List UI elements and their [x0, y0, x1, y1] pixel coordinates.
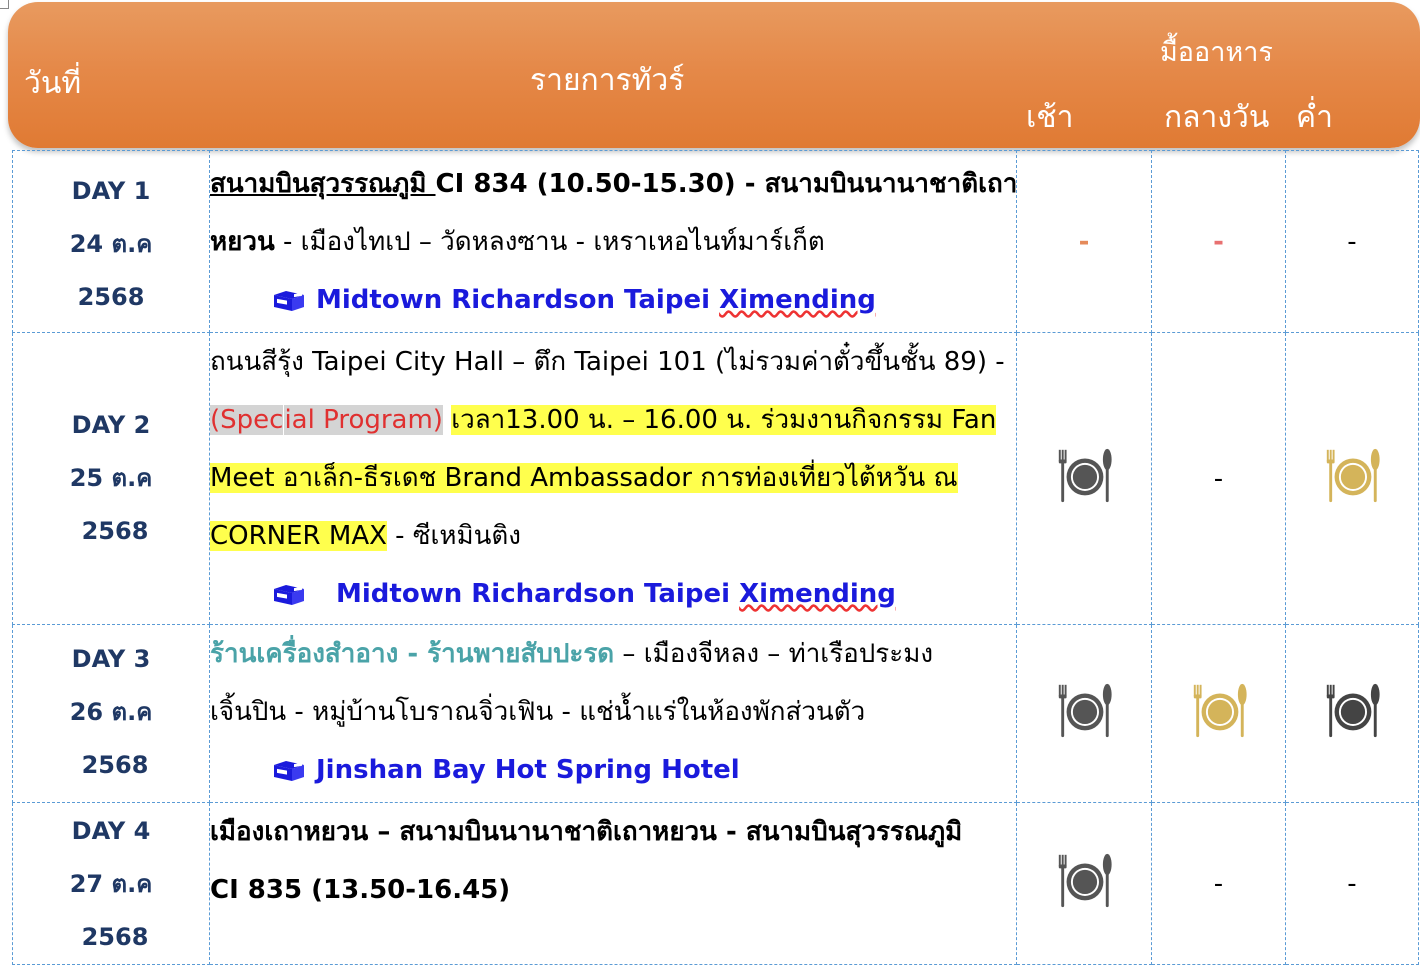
day-cell: DAY 1 24 ต.ค 2568: [12, 150, 210, 333]
plate-icon: [1321, 444, 1383, 506]
breakfast-cell: [1016, 624, 1152, 803]
special-program-part2: ial Program): [283, 405, 443, 435]
header-dinner-label: ค่ำ: [1296, 100, 1333, 135]
breakfast-cell: -: [1016, 150, 1152, 333]
lunch-cell: -: [1151, 802, 1286, 965]
day-cell: DAY 2 25 ต.ค 2568: [12, 332, 210, 625]
day-number: DAY 4: [71, 817, 151, 845]
breakfast-cell: [1016, 332, 1152, 625]
day-number: DAY 2: [71, 411, 151, 439]
program-cell: เมืองเถาหยวน – สนามบินนานาชาติเถาหยวน - …: [209, 802, 1017, 965]
bed-icon: [272, 759, 306, 783]
dinner-cell: -: [1285, 150, 1419, 333]
bed-icon: [272, 583, 306, 607]
special-program-part1: (Spec: [210, 405, 284, 435]
header-program-label: รายการทัวร์: [530, 63, 685, 98]
event-time: เวลา13.00 น. – 16.00 น. ร่วมงานกิจกรรม F…: [451, 405, 997, 435]
lunch-cell: [1151, 624, 1286, 803]
route-text: - เมืองไทเป – วัดหลงซาน - เหราเหอไนท์มาร…: [274, 227, 825, 257]
header-day-label: วันที่: [24, 66, 82, 101]
event-venue: CORNER MAX: [210, 521, 387, 551]
day-cell: DAY 3 26 ต.ค 2568: [12, 624, 210, 803]
table-row-day4: DAY 4 27 ต.ค 2568 เมืองเถาหยวน – สนามบิน…: [12, 802, 1419, 965]
flight-text: CI 835 (13.50-16.45): [210, 875, 511, 905]
plate-icon: [1321, 679, 1383, 741]
day-year: 2568: [81, 751, 149, 779]
hotel-line: Midtown Richardson Taipei Ximending: [210, 565, 1016, 623]
hotel-name: Midtown Richardson Taipei: [316, 285, 720, 315]
hotel-name-ximending: Ximending: [719, 285, 876, 315]
day-year: 2568: [77, 283, 145, 311]
event-text: Meet อาเล็ก-ธีรเดช Brand Ambassador การท…: [210, 463, 958, 493]
flight-text: CI 834 (10.50-15.30) - สนามบินนานาชาติเถ…: [435, 169, 1016, 199]
hotel-line: Jinshan Bay Hot Spring Hotel: [210, 741, 1016, 799]
bed-icon: [272, 289, 306, 313]
header-meals-label: มื้ออาหาร: [1160, 37, 1273, 68]
hotel-name: Jinshan Bay Hot Spring Hotel: [316, 755, 740, 785]
day-year: 2568: [81, 923, 149, 951]
origin-airport: สนามบินสุวรรณภูมิ: [210, 169, 436, 199]
plate-icon: [1188, 679, 1250, 741]
day-number: DAY 1: [71, 177, 151, 205]
table-row-day2: DAY 2 25 ต.ค 2568 ถนนสีรุ้ง Taipei City …: [12, 332, 1419, 625]
day-number: DAY 3: [71, 645, 151, 673]
corner-mark: [0, 0, 9, 9]
route-text: - ซีเหมินติง: [386, 521, 521, 551]
program-line: ถนนสีรุ้ง Taipei City Hall – ตึก Taipei …: [210, 347, 1005, 377]
lunch-cell: -: [1151, 150, 1286, 333]
day-date: 24 ต.ค: [69, 230, 153, 258]
hotel-name: Midtown Richardson Taipei: [336, 579, 740, 609]
table-header: วันที่ รายการทัวร์ มื้ออาหาร เช้า กลางวั…: [8, 2, 1420, 148]
header-breakfast-label: เช้า: [1026, 100, 1074, 135]
plate-icon: [1053, 849, 1115, 911]
table-row-day1: DAY 1 24 ต.ค 2568 สนามบินสุวรรณภูมิ CI 8…: [12, 150, 1419, 333]
day-date: 25 ต.ค: [69, 464, 153, 492]
hotel-name-ximending: Ximending: [739, 579, 896, 609]
program-cell: ถนนสีรุ้ง Taipei City Hall – ตึก Taipei …: [209, 332, 1017, 625]
day-date: 26 ต.ค: [69, 698, 153, 726]
program-cell: ร้านเครื่องสำอาง - ร้านพายสับปะรด – เมือ…: [209, 624, 1017, 803]
lunch-cell: -: [1151, 332, 1286, 625]
day-cell: DAY 4 27 ต.ค 2568: [12, 802, 210, 965]
breakfast-cell: [1016, 802, 1152, 965]
dinner-cell: [1285, 332, 1419, 625]
itinerary-table: DAY 1 24 ต.ค 2568 สนามบินสุวรรณภูมิ CI 8…: [12, 150, 1419, 965]
shopping-stops: ร้านเครื่องสำอาง - ร้านพายสับปะรด: [210, 639, 615, 669]
day-date: 27 ต.ค: [69, 870, 153, 898]
program-line: เมืองเถาหยวน – สนามบินนานาชาติเถาหยวน - …: [210, 817, 963, 847]
dinner-cell: [1285, 624, 1419, 803]
day-year: 2568: [81, 517, 149, 545]
table-row-day3: DAY 3 26 ต.ค 2568 ร้านเครื่องสำอาง - ร้า…: [12, 624, 1419, 803]
hotel-line: Midtown Richardson Taipei Ximending: [210, 271, 1016, 329]
route-text-bold: หยวน: [210, 227, 275, 257]
route-text: – เมืองจีหลง – ท่าเรือประมง: [614, 639, 934, 669]
plate-icon: [1053, 679, 1115, 741]
header-lunch-label: กลางวัน: [1164, 100, 1270, 135]
dinner-cell: -: [1285, 802, 1419, 965]
program-cell: สนามบินสุวรรณภูมิ CI 834 (10.50-15.30) -…: [209, 150, 1017, 333]
plate-icon: [1053, 444, 1115, 506]
program-line: เจิ้นปิน - หมู่บ้านโบราณจิ่วเฟิน - แช่น้…: [210, 697, 866, 727]
